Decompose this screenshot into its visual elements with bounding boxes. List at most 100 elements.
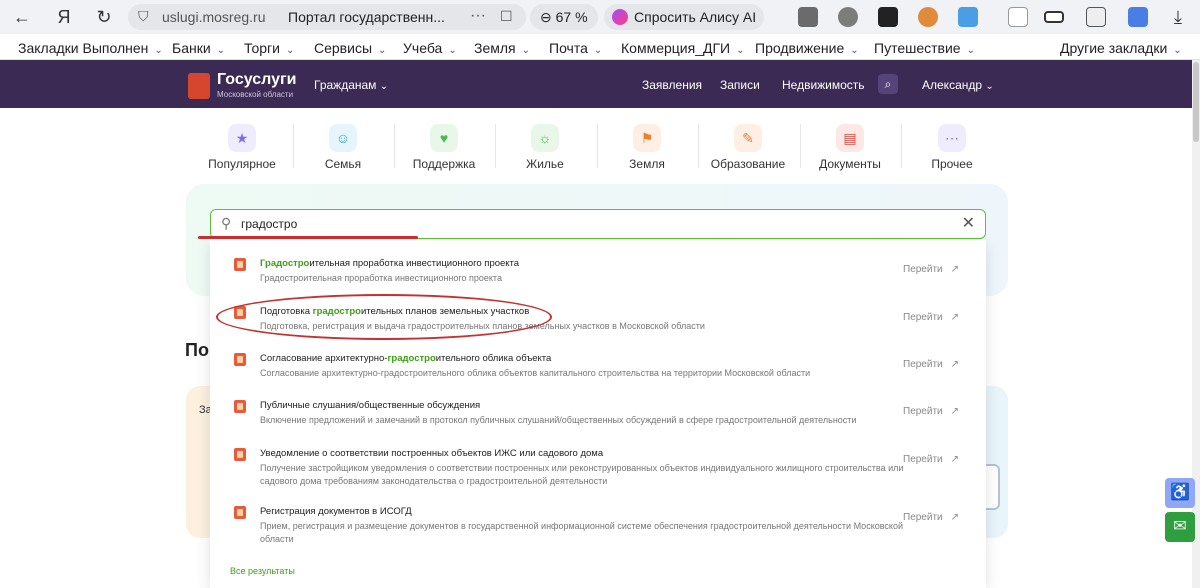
education-icon: ✎ bbox=[734, 124, 762, 152]
header-search-icon[interactable]: ⌕ bbox=[878, 74, 898, 94]
back-arrow-icon[interactable]: ← bbox=[10, 5, 34, 29]
download-icon[interactable]: ⤓ bbox=[1166, 5, 1190, 29]
go-link[interactable]: Перейти ↗ bbox=[903, 359, 959, 370]
category-housing[interactable]: ☼ Жилье bbox=[495, 124, 595, 171]
battery-icon[interactable] bbox=[1044, 11, 1064, 23]
result-description: Градостроительная проработка инвестицион… bbox=[260, 273, 502, 283]
category-popular[interactable]: ★ Популярное bbox=[192, 124, 292, 171]
go-link[interactable]: Перейти ↗ bbox=[903, 312, 959, 323]
search-suggestions: Градостроительная проработка инвестицион… bbox=[210, 240, 986, 588]
scrollbar-thumb[interactable] bbox=[1193, 62, 1199, 142]
bookmark-folder[interactable]: Путешествие ⌄ bbox=[874, 40, 975, 56]
address-host: uslugi.mosreg.ru bbox=[162, 9, 266, 25]
category-more[interactable]: ⋯ Прочее bbox=[902, 124, 1002, 171]
bookmark-icon[interactable]: ☐ bbox=[500, 8, 513, 25]
chevron-down-icon: ⌄ bbox=[378, 45, 387, 56]
mosreg-service-icon bbox=[234, 353, 246, 366]
bookmark-folder[interactable]: Земля ⌄ bbox=[474, 40, 530, 56]
bookmark-folder[interactable]: Коммерция_ДГИ ⌄ bbox=[621, 40, 745, 56]
section-heading: По bbox=[185, 340, 209, 360]
chevron-down-icon: ⌄ bbox=[593, 45, 603, 56]
more-dots-icon[interactable]: ··· bbox=[470, 7, 486, 25]
user-name[interactable]: Александр ⌄ bbox=[922, 78, 994, 92]
more-icon: ⋯ bbox=[938, 124, 966, 152]
service-tile[interactable] bbox=[984, 386, 1008, 538]
chat-icon[interactable]: ✉ bbox=[1165, 512, 1195, 542]
site-header bbox=[0, 60, 1192, 108]
nav-link-applications[interactable]: Заявления bbox=[642, 78, 702, 92]
search-result[interactable]: Уведомление о соответствии построенных о… bbox=[210, 448, 986, 508]
result-description: Получение застройщиком уведомления о соо… bbox=[260, 463, 904, 486]
search-icon: ⚲ bbox=[221, 215, 232, 231]
nav-citizens-menu[interactable]: Гражданам ⌄ bbox=[314, 78, 388, 92]
external-arrow-icon: ↗ bbox=[950, 359, 960, 370]
housing-icon: ☼ bbox=[531, 124, 559, 152]
result-description: Прием, регистрация и размещение документ… bbox=[260, 521, 903, 544]
documents-icon: ▤ bbox=[836, 124, 864, 152]
search-result[interactable]: Регистрация документов в ИСОГД Прием, ре… bbox=[210, 506, 986, 560]
profile-icon[interactable] bbox=[1128, 7, 1148, 27]
go-link[interactable]: Перейти ↗ bbox=[903, 454, 959, 465]
tabs-icon[interactable] bbox=[1008, 7, 1028, 27]
yandex-logo-icon[interactable]: Я bbox=[52, 5, 76, 29]
chevron-down-icon: ⌄ bbox=[521, 45, 531, 56]
result-title: Публичные слушания/общественные обсужден… bbox=[260, 400, 481, 411]
category-support[interactable]: ♥ Поддержка bbox=[394, 124, 494, 171]
tile-illustration bbox=[984, 464, 1000, 510]
reload-icon[interactable]: ↻ bbox=[92, 5, 116, 29]
bookmark-folder[interactable]: Учеба ⌄ bbox=[403, 40, 457, 56]
star-icon: ★ bbox=[228, 124, 256, 152]
go-link[interactable]: Перейти ↗ bbox=[903, 512, 959, 523]
chevron-down-icon: ⌄ bbox=[448, 45, 457, 56]
search-result[interactable]: Публичные слушания/общественные обсужден… bbox=[210, 400, 986, 446]
external-arrow-icon: ↗ bbox=[950, 454, 960, 465]
bookmark-folder[interactable]: Сервисы ⌄ bbox=[314, 40, 386, 56]
mosreg-service-icon bbox=[234, 506, 246, 519]
category-land[interactable]: ⚑ Земля bbox=[597, 124, 697, 171]
zoom-value: 67 % bbox=[555, 9, 588, 25]
result-title: Градостроительная проработка инвестицион… bbox=[260, 258, 520, 269]
address-bar[interactable]: ⛉ uslugi.mosreg.ru Портал государственн.… bbox=[128, 4, 526, 30]
search-result[interactable]: Согласование архитектурно-градостроитель… bbox=[210, 353, 986, 399]
search-query: градостро bbox=[241, 217, 298, 231]
go-link[interactable]: Перейти ↗ bbox=[903, 264, 959, 275]
bookmark-folder[interactable]: Торги ⌄ bbox=[244, 40, 294, 56]
zoom-indicator[interactable]: ⊖ 67 % bbox=[530, 4, 598, 30]
planet-extension-icon[interactable] bbox=[838, 7, 858, 27]
shield-extension-icon[interactable] bbox=[798, 7, 818, 27]
bookmark-folder[interactable]: Почта ⌄ bbox=[549, 40, 602, 56]
clear-icon[interactable]: ✕ bbox=[962, 213, 975, 233]
external-arrow-icon: ↗ bbox=[950, 312, 960, 323]
security-shield-icon[interactable]: ⛉ bbox=[138, 8, 149, 25]
service-tile[interactable]: За bbox=[186, 386, 212, 538]
chevron-down-icon: ⌄ bbox=[850, 45, 859, 56]
chevron-down-icon: ⌄ bbox=[966, 45, 975, 56]
logo-name[interactable]: Госуслуги bbox=[217, 71, 296, 89]
magnifier-minus-icon: ⊖ bbox=[540, 9, 556, 25]
all-results-link[interactable]: Все результаты bbox=[230, 566, 295, 576]
ask-alice-button[interactable]: Спросить Алису AI bbox=[604, 4, 764, 30]
collections-icon[interactable] bbox=[1086, 7, 1106, 27]
accessibility-icon[interactable]: ♿ bbox=[1165, 478, 1195, 508]
nav-link-realty[interactable]: Недвижимость bbox=[782, 78, 865, 92]
go-link[interactable]: Перейти ↗ bbox=[903, 406, 959, 417]
category-documents[interactable]: ▤ Документы bbox=[800, 124, 900, 171]
chevron-down-icon: ⌄ bbox=[985, 81, 994, 92]
land-icon: ⚑ bbox=[633, 124, 661, 152]
nav-link-appointments[interactable]: Записи bbox=[720, 78, 760, 92]
page-scrollbar[interactable] bbox=[1192, 60, 1200, 588]
mosreg-emblem-icon[interactable] bbox=[188, 73, 210, 99]
bookmark-folder[interactable]: Банки ⌄ bbox=[172, 40, 225, 56]
bookmark-folder[interactable]: Закладки Выполнен ⌄ bbox=[18, 40, 163, 56]
other-bookmarks[interactable]: Другие закладки ⌄ bbox=[1060, 40, 1182, 56]
bookmark-folder[interactable]: Продвижение ⌄ bbox=[755, 40, 859, 56]
chevron-down-icon: ⌄ bbox=[379, 81, 389, 92]
category-family[interactable]: ☺ Семья bbox=[293, 124, 393, 171]
avatar-extension-icon[interactable] bbox=[918, 7, 938, 27]
external-arrow-icon: ↗ bbox=[950, 406, 960, 417]
picture-extension-icon[interactable] bbox=[958, 7, 978, 27]
search-input[interactable]: ⚲ градостро ✕ bbox=[210, 209, 986, 239]
k-extension-icon[interactable] bbox=[878, 7, 898, 27]
category-education[interactable]: ✎ Образование bbox=[698, 124, 798, 171]
chevron-down-icon: ⌄ bbox=[154, 45, 163, 56]
